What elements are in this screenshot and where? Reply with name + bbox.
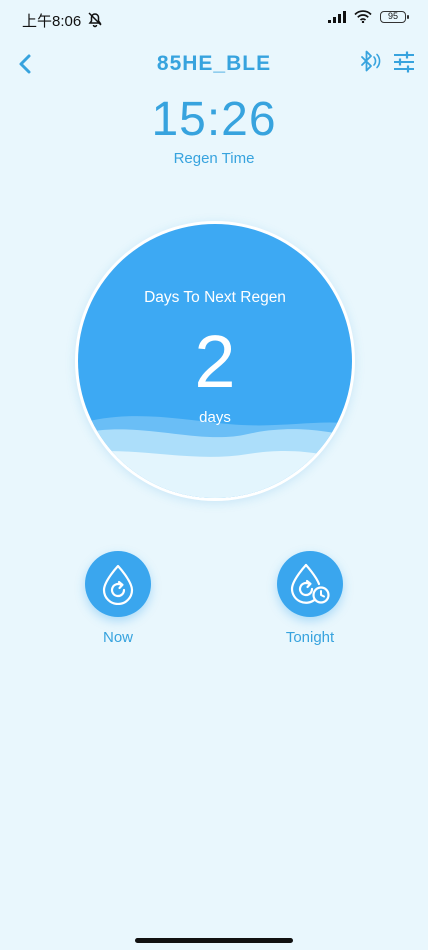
sliders-icon <box>394 51 414 73</box>
gauge-days-value: 2 <box>194 320 236 403</box>
regen-time-label: Regen Time <box>173 150 255 167</box>
water-drop-refresh-icon <box>102 564 134 605</box>
signal-icon <box>328 10 346 23</box>
regen-now-button[interactable]: Now <box>78 551 158 646</box>
bluetooth-icon <box>361 50 381 72</box>
regen-tonight-label: Tonight <box>285 629 335 646</box>
regen-tonight-button[interactable]: Tonight <box>270 551 350 646</box>
home-indicator[interactable] <box>135 938 293 943</box>
regen-gauge: Days To Next Regen 2 days <box>75 221 355 501</box>
regen-gauge-fill: Days To Next Regen 2 days <box>78 224 352 498</box>
regen-now-label: Now <box>102 629 133 646</box>
bluetooth-button[interactable] <box>357 49 383 75</box>
status-time: 上午8:06 <box>22 13 82 30</box>
wifi-icon <box>354 10 372 23</box>
header: 85HE_BLE <box>0 44 428 84</box>
gauge-unit: days <box>199 409 231 426</box>
dnd-off-icon <box>88 12 102 28</box>
regen-tonight-circle[interactable] <box>277 551 343 617</box>
water-drop-clock-icon <box>290 563 330 604</box>
status-bar: 上午8:06 95 <box>0 0 428 40</box>
gauge-title: Days To Next Regen <box>144 289 286 306</box>
battery-indicator: 95 <box>380 10 409 23</box>
regen-now-circle[interactable] <box>85 551 151 617</box>
regen-time-value: 15:26 <box>151 93 277 146</box>
status-icons: 95 <box>328 10 409 23</box>
settings-button[interactable] <box>392 50 416 74</box>
